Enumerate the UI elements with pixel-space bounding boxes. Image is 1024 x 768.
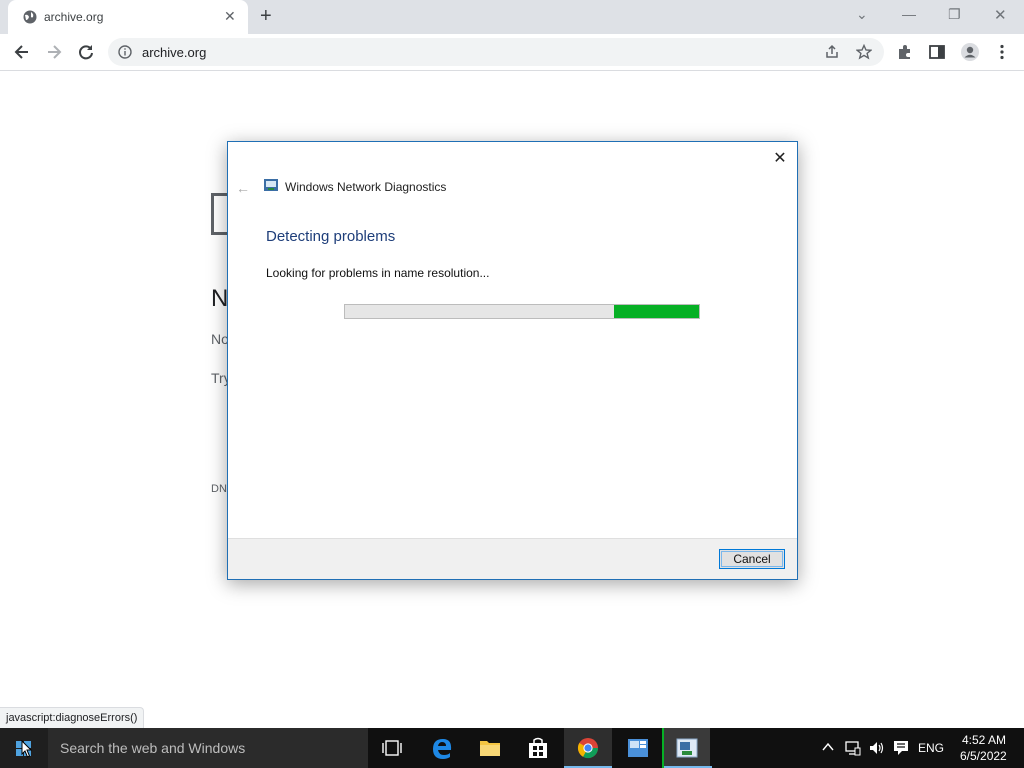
network-diagnostics-app-icon (264, 179, 278, 191)
cancel-button[interactable]: Cancel (719, 549, 785, 569)
taskbar-search-box[interactable]: Search the web and Windows (48, 728, 368, 768)
diagnostics-progress-bar (344, 304, 700, 319)
dialog-app-title: Windows Network Diagnostics (285, 180, 447, 194)
browser-toolbar: archive.org (0, 34, 1024, 71)
taskbar-store[interactable] (514, 728, 562, 768)
side-panel-icon[interactable] (928, 43, 946, 61)
tab-close-icon[interactable]: ✕ (224, 8, 236, 25)
control-panel-icon (628, 739, 648, 757)
info-icon[interactable] (118, 45, 132, 59)
new-tab-button[interactable]: + (260, 5, 272, 28)
mouse-cursor-icon (21, 740, 33, 758)
url-text: archive.org (142, 45, 207, 60)
error-heading-fragment: N (211, 285, 229, 312)
network-diagnostics-dialog: ✕ ← Windows Network Diagnostics Detectin… (227, 141, 798, 580)
chrome-icon (577, 738, 599, 759)
forward-icon[interactable] (44, 42, 64, 62)
reload-icon[interactable] (76, 42, 96, 62)
address-bar[interactable]: archive.org (108, 38, 884, 66)
start-button[interactable] (0, 728, 48, 768)
taskbar-control-panel[interactable] (614, 728, 662, 768)
clock-date[interactable]: 6/5/2022 (960, 749, 1007, 763)
back-icon[interactable] (12, 42, 32, 62)
share-icon[interactable] (824, 44, 840, 60)
windows-taskbar: Search the web and Windows ENG 4:52 AM 6… (0, 728, 1024, 768)
extensions-icon[interactable] (896, 43, 914, 61)
task-view-icon (382, 740, 402, 756)
tab-title: archive.org (44, 10, 104, 24)
network-icon[interactable] (845, 740, 861, 756)
taskbar-network-diagnostics[interactable] (662, 728, 712, 768)
action-center-icon[interactable] (893, 740, 909, 756)
edge-icon (433, 739, 452, 759)
taskbar-chrome[interactable] (564, 728, 612, 768)
tab-search-icon[interactable]: ⌄ (856, 6, 868, 23)
dialog-close-icon[interactable]: ✕ (771, 148, 789, 167)
input-language[interactable]: ENG (918, 741, 944, 755)
dialog-footer: Cancel (228, 538, 797, 579)
bookmark-star-icon[interactable] (856, 44, 872, 60)
browser-tab[interactable]: archive.org ✕ (8, 0, 248, 34)
network-diagnostics-taskbar-icon (676, 738, 698, 758)
task-view-button[interactable] (368, 728, 416, 768)
taskbar-edge[interactable] (418, 728, 466, 768)
profile-avatar-icon[interactable] (960, 42, 980, 62)
restore-button[interactable]: ❐ (948, 6, 961, 23)
dialog-heading: Detecting problems (266, 228, 396, 245)
link-status-bubble: javascript:diagnoseErrors() (0, 707, 145, 728)
minimize-button[interactable]: — (902, 6, 916, 22)
menu-kebab-icon[interactable] (993, 43, 1011, 61)
folder-icon (480, 741, 500, 756)
globe-icon (23, 10, 37, 24)
store-icon (529, 737, 547, 758)
taskbar-file-explorer[interactable] (466, 728, 514, 768)
volume-icon[interactable] (868, 740, 886, 756)
error-code-fragment: DN (211, 483, 227, 495)
close-window-button[interactable]: ✕ (994, 6, 1007, 24)
progress-bar-fill (614, 305, 699, 318)
browser-titlebar: archive.org ✕ + ⌄ — ❐ ✕ (0, 0, 1024, 34)
clock-time[interactable]: 4:52 AM (962, 733, 1006, 747)
show-hidden-icons-chevron-icon[interactable] (822, 742, 834, 752)
dialog-back-icon[interactable]: ← (236, 180, 250, 196)
dialog-status-text: Looking for problems in name resolution.… (266, 266, 490, 280)
search-placeholder: Search the web and Windows (60, 740, 246, 756)
